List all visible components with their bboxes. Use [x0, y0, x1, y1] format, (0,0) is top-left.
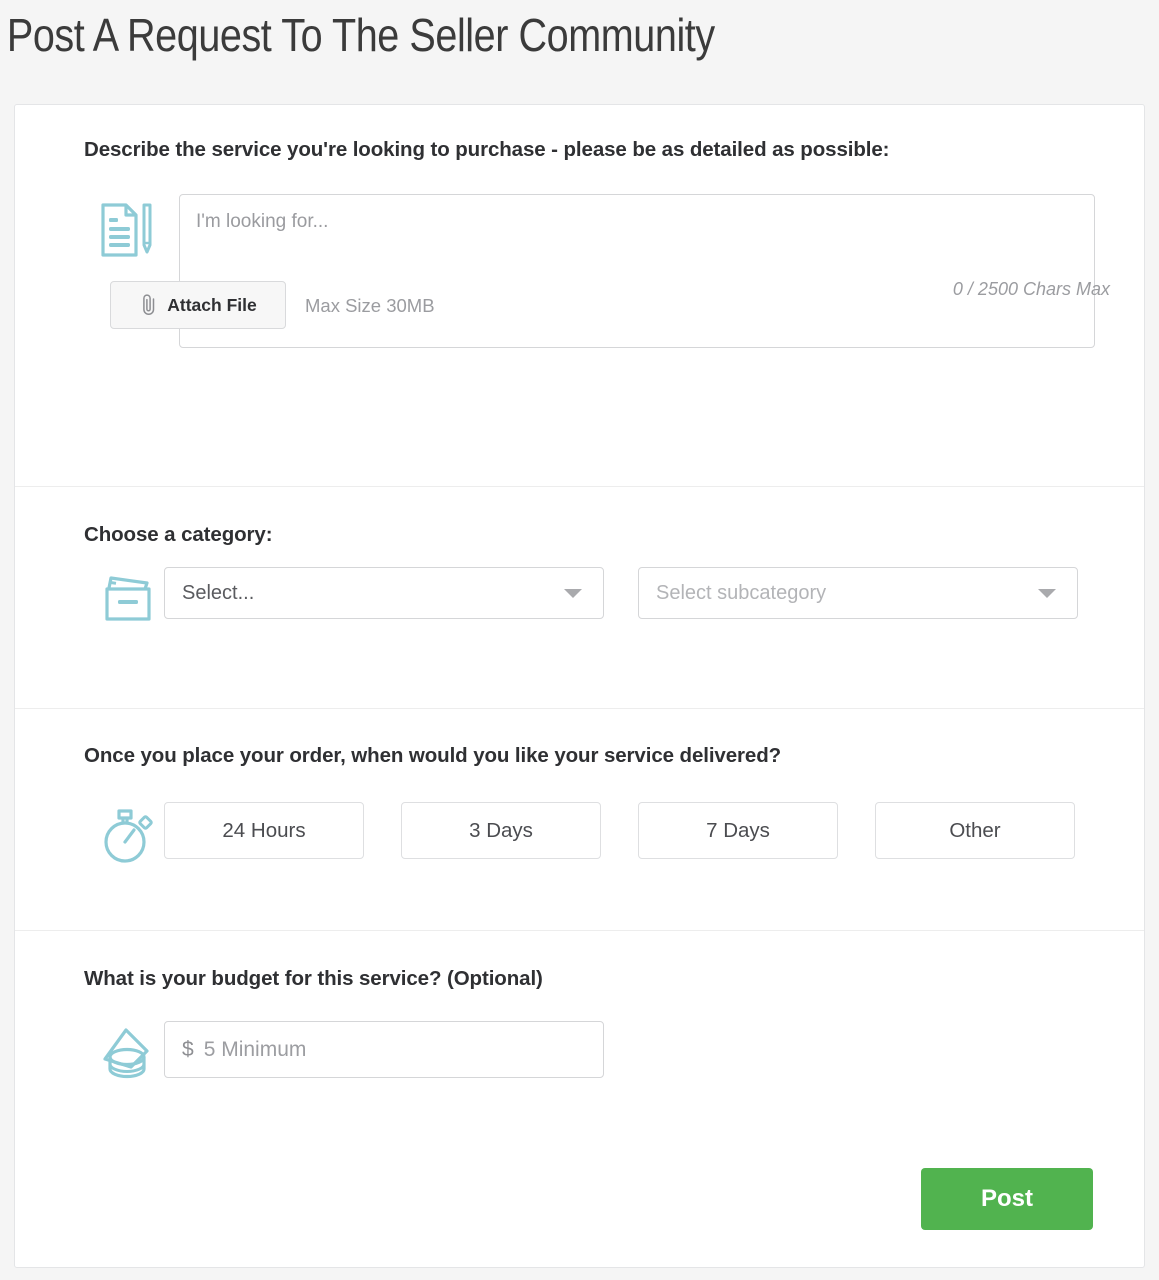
category-select-value: Select...: [165, 582, 564, 605]
folder-icon: [100, 571, 156, 623]
max-size-note: Max Size 30MB: [305, 295, 435, 317]
post-button[interactable]: Post: [921, 1168, 1093, 1230]
describe-service-section: Describe the service you're looking to p…: [15, 105, 1144, 487]
delivery-option-3-days[interactable]: 3 Days: [401, 802, 601, 859]
attach-file-label: Attach File: [167, 295, 256, 316]
delivery-option-other[interactable]: Other: [875, 802, 1075, 859]
choose-category-label: Choose a category:: [84, 523, 272, 547]
budget-section: What is your budget for this service? (O…: [15, 931, 1144, 1269]
request-form-card: Describe the service you're looking to p…: [14, 104, 1145, 1268]
attach-file-button[interactable]: Attach File: [110, 281, 286, 329]
paperclip-icon: [139, 293, 159, 317]
delivery-time-label: Once you place your order, when would yo…: [84, 744, 781, 768]
subcategory-select[interactable]: Select subcategory: [638, 567, 1078, 619]
delivery-option-7-days[interactable]: 7 Days: [638, 802, 838, 859]
chevron-down-icon: [1038, 589, 1056, 598]
stopwatch-icon: [100, 805, 156, 867]
choose-category-section: Choose a category: Select... Select subc…: [15, 487, 1144, 709]
delivery-options-group: 24 Hours 3 Days 7 Days Other: [164, 802, 1075, 859]
money-tag-icon: [100, 1025, 158, 1087]
chevron-down-icon: [564, 589, 582, 598]
currency-symbol: $: [165, 1038, 204, 1062]
delivery-option-24-hours[interactable]: 24 Hours: [164, 802, 364, 859]
subcategory-select-value: Select subcategory: [639, 582, 1038, 605]
budget-label: What is your budget for this service? (O…: [84, 967, 543, 991]
service-description-input[interactable]: [179, 194, 1095, 348]
page-title: Post A Request To The Seller Community: [0, 0, 997, 58]
document-pencil-icon: [100, 202, 152, 258]
category-select[interactable]: Select...: [164, 567, 604, 619]
budget-input-wrapper[interactable]: $: [164, 1021, 604, 1078]
describe-service-label: Describe the service you're looking to p…: [84, 138, 889, 162]
char-counter: 0 / 2500 Chars Max: [953, 279, 1110, 300]
delivery-time-section: Once you place your order, when would yo…: [15, 709, 1144, 931]
budget-input[interactable]: [204, 1038, 603, 1062]
